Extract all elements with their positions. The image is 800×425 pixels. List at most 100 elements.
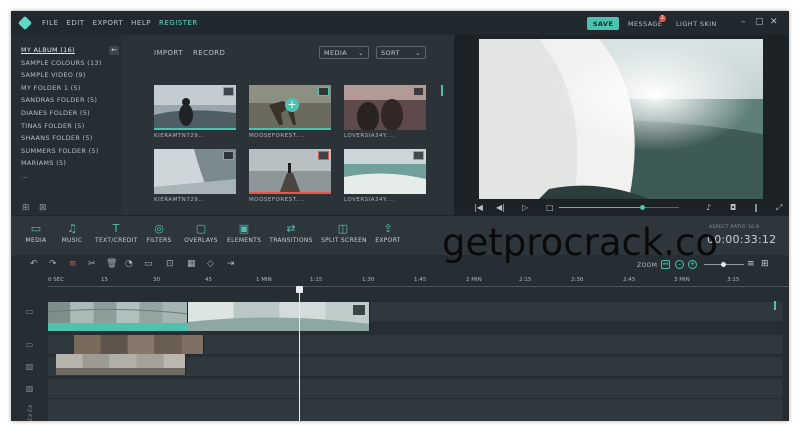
redo-icon[interactable]: ↷	[49, 259, 57, 269]
undo-icon[interactable]: ↶	[30, 259, 38, 269]
tool-split-screen[interactable]: ◫ SPLIT SCREEN	[321, 222, 367, 244]
ruler-label: 3 MIN	[674, 277, 690, 283]
ruler-baseline	[48, 286, 789, 287]
media-thumbnail[interactable]	[154, 85, 236, 130]
watermark-text: getprocrack.co	[442, 221, 719, 264]
media-filter-select[interactable]: MEDIA ⌄	[319, 46, 369, 59]
close-icon[interactable]: ✕	[770, 17, 778, 27]
list-view-icon[interactable]: ≡	[747, 259, 755, 269]
tool-label: MEDIA	[25, 237, 47, 244]
volume-icon[interactable]: ‖	[754, 203, 758, 212]
stop-icon[interactable]: □	[546, 203, 554, 212]
media-thumbnail[interactable]	[154, 149, 236, 194]
sidebar-item-tinas-folder[interactable]: TINAS FOLDER (5)	[21, 122, 102, 135]
timeline-clip[interactable]	[74, 335, 204, 354]
media-thumbnail[interactable]: +	[249, 85, 331, 130]
playhead-handle[interactable]	[296, 286, 303, 293]
video-camera-icon	[413, 151, 424, 160]
playback-progress	[559, 207, 642, 208]
sidebar-item-shaans-folder[interactable]: SHAANS FOLDER (5)	[21, 134, 102, 147]
timeline-track-audio-2[interactable]	[48, 414, 782, 421]
timeline-clip[interactable]	[188, 302, 370, 331]
tool-text-credit[interactable]: T TEXT/CREDIT	[95, 222, 137, 244]
delete-icon[interactable]: 🗑	[106, 259, 117, 269]
ruler-label: 3:15	[727, 277, 740, 283]
fullscreen-icon[interactable]: ⤢	[776, 203, 782, 213]
timeline-track-overlay-2[interactable]	[48, 379, 782, 398]
messages-link[interactable]: MESSAGE	[628, 20, 662, 28]
media-thumbnail[interactable]	[344, 85, 426, 130]
add-folder-icon[interactable]: ⊞	[22, 203, 30, 213]
menu-register[interactable]: REGISTER	[159, 19, 198, 27]
skip-back-icon[interactable]: |◀	[474, 203, 483, 212]
tool-overlays[interactable]: ▢ OVERLAYS	[184, 222, 218, 244]
sidebar-item-more[interactable]: ...	[21, 172, 102, 185]
menu-help[interactable]: HELP	[131, 19, 151, 27]
tool-media[interactable]: ▭ MEDIA	[25, 222, 47, 244]
add-to-timeline-icon[interactable]: +	[285, 98, 299, 112]
ruler-label: 30	[153, 277, 160, 283]
cut-icon[interactable]: ✂	[88, 259, 96, 269]
tool-filters[interactable]: ◎ FILTERS	[146, 222, 172, 244]
light-skin-toggle[interactable]: LIGHT SKIN	[676, 20, 717, 28]
playhead-line[interactable]	[299, 289, 300, 421]
tool-music[interactable]: ♫ MUSIC	[60, 222, 84, 244]
transition-icon: ⇄	[286, 222, 296, 235]
save-button[interactable]: SAVE	[587, 17, 619, 30]
timeline-clip[interactable]	[48, 302, 188, 323]
filters-icon: ◎	[154, 222, 164, 235]
play-icon[interactable]: ▷	[522, 203, 528, 212]
tool-label: FILTERS	[146, 237, 172, 244]
overlay-track-icon: ▧	[25, 384, 34, 393]
detach-icon[interactable]: ⇥	[227, 259, 235, 269]
sort-select[interactable]: SORT ⌄	[376, 46, 426, 59]
tool-elements[interactable]: ▣ ELEMENTS	[227, 222, 261, 244]
settings-sliders-icon[interactable]: ≡	[69, 259, 77, 269]
media-thumbnail[interactable]	[344, 149, 426, 194]
sidebar-item-mariams[interactable]: MARIAMS (5)	[21, 159, 102, 172]
arrow-left-icon[interactable]: ←	[109, 46, 119, 55]
tab-import[interactable]: IMPORT	[154, 49, 183, 57]
crop-icon[interactable]: ▭	[144, 259, 153, 269]
tool-label: EXPORT	[375, 237, 401, 244]
snapshot-icon[interactable]: ◘	[730, 203, 736, 212]
sidebar-item-my-album[interactable]: MY ALBUM (16)	[21, 46, 102, 59]
media-thumbnail[interactable]	[249, 149, 331, 194]
sidebar-item-my-folder-1[interactable]: MY FOLDER 1 (5)	[21, 84, 102, 97]
timeline-ruler[interactable]: 0 SEC 15 30 45 1 MIN 1:15 1:30 1:45 2 MI…	[48, 276, 789, 290]
menu-file[interactable]: FILE	[42, 19, 58, 27]
sidebar-item-sandras-folder[interactable]: SANDRAS FOLDER (5)	[21, 96, 102, 109]
scrubber-handle[interactable]	[640, 205, 645, 210]
color-icon[interactable]: ▦	[187, 259, 196, 269]
media-filter-value: MEDIA	[324, 48, 348, 57]
ruler-label: 2 MIN	[466, 277, 482, 283]
preview-frame-image	[479, 39, 763, 199]
monitor-icon[interactable]: ⊡	[166, 259, 174, 269]
timeline-scrollbar[interactable]	[774, 301, 776, 310]
microphone-icon[interactable]: ♪	[706, 203, 711, 212]
maximize-icon[interactable]: ▢	[755, 17, 764, 27]
tab-record[interactable]: RECORD	[193, 49, 225, 57]
sidebar-item-summers-folder[interactable]: SUMMERS FOLDER (5)	[21, 147, 102, 160]
delete-folder-icon[interactable]: ⊠	[39, 203, 47, 213]
menu-export[interactable]: EXPORT	[93, 19, 124, 27]
step-back-icon[interactable]: ◀|	[496, 203, 505, 212]
clip-audio-waveform[interactable]	[48, 323, 188, 331]
sidebar-item-sample-video[interactable]: SAMPLE VIDEO (9)	[21, 71, 102, 84]
ruler-label: 2:45	[623, 277, 636, 283]
ruler-label: 0 SEC	[48, 277, 65, 283]
minimize-icon[interactable]: –	[741, 17, 746, 27]
speed-icon[interactable]: ◔	[125, 259, 133, 269]
image-icon: ▣	[238, 222, 250, 235]
menu-edit[interactable]: EDIT	[66, 19, 84, 27]
chevron-down-icon: ⌄	[358, 48, 364, 57]
zoom-slider-handle[interactable]	[721, 262, 726, 267]
tool-transitions[interactable]: ⇄ TRANSITIONS	[269, 222, 313, 244]
library-scrollbar[interactable]	[441, 85, 443, 96]
timeline-clip[interactable]	[56, 354, 186, 375]
sidebar-item-dianes-folder[interactable]: DIANES FOLDER (5)	[21, 109, 102, 122]
tool-export[interactable]: ⇪ EXPORT	[373, 222, 403, 244]
grid-view-icon[interactable]: ⊞	[761, 259, 769, 269]
marker-icon[interactable]: ◇	[207, 259, 214, 269]
sidebar-item-sample-colours[interactable]: SAMPLE COLOURS (13)	[21, 59, 102, 72]
